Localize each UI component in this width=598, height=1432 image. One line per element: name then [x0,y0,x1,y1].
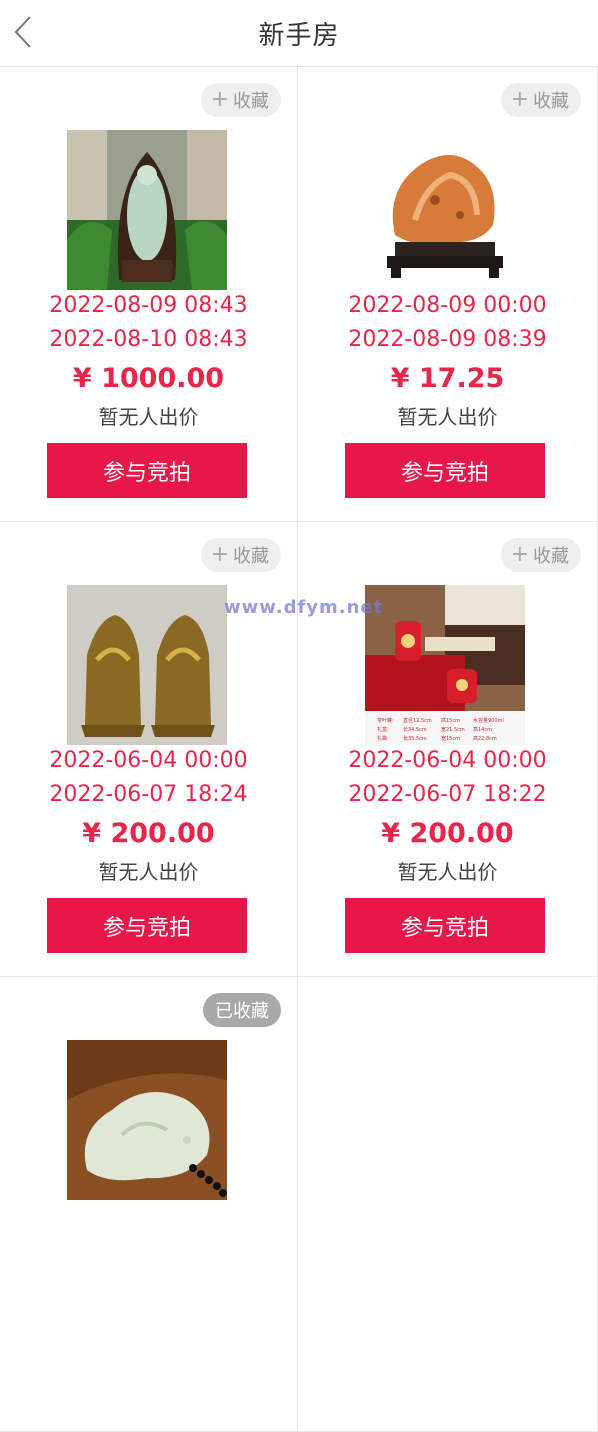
favorite-label: 收藏 [533,91,569,112]
svg-text:长34.5cm: 长34.5cm [403,726,427,733]
auction-price: ¥ 200.00 [381,818,514,849]
no-bid-text: 暂无人出价 [98,405,199,429]
svg-text:高14cm: 高14cm [473,726,492,733]
empty-cell [298,977,597,1432]
auction-price: ¥ 17.25 [390,363,505,394]
auction-card[interactable]: 已收藏 [0,977,298,1432]
plus-icon: + [210,87,229,112]
product-image-tea-set[interactable]: 茶叶罐: 直径12.5cm 高15cm 水容量900ml 礼盒: 长34.5cm… [365,585,525,745]
auction-card[interactable]: + 收藏 2022-08-09 08:43 2022-08-10 08:43 ¥… [0,67,298,522]
auction-price: ¥ 200.00 [82,818,215,849]
svg-text:礼盒:: 礼盒: [377,726,389,733]
plus-icon: + [210,542,229,567]
product-image-brass-qilin[interactable] [67,585,227,745]
auction-grid: + 收藏 2022-08-09 08:43 2022-08-10 08:43 ¥… [0,67,598,1432]
auction-price: ¥ 1000.00 [72,363,225,394]
join-auction-button[interactable]: 参与竞拍 [47,443,247,498]
svg-text:水容量900ml: 水容量900ml [473,717,504,724]
favorite-label: 收藏 [233,546,269,567]
no-bid-text: 暂无人出价 [397,405,498,429]
join-auction-button[interactable]: 参与竞拍 [47,898,247,953]
svg-text:直径12.5cm: 直径12.5cm [403,717,432,724]
auction-start-time: 2022-08-09 00:00 [348,293,547,318]
auction-card[interactable]: + 收藏 茶叶罐: 直径12.5cm 高15cm 水容量900ml 礼盒: 长3… [298,522,597,977]
svg-text:宽15cm: 宽15cm [441,735,460,742]
auction-end-time: 2022-08-09 08:39 [348,327,547,352]
auction-card[interactable]: + 收藏 2022-08-09 00:00 2022-08-09 08:39 ¥… [298,67,597,522]
svg-text:茶叶罐:: 茶叶罐: [377,717,394,724]
auction-start-time: 2022-08-09 08:43 [49,293,248,318]
no-bid-text: 暂无人出价 [98,860,199,884]
join-auction-button[interactable]: 参与竞拍 [345,443,545,498]
product-image-wood-carving[interactable] [365,130,525,290]
favorite-button[interactable]: + 收藏 [500,83,581,117]
auction-start-time: 2022-06-04 00:00 [348,748,547,773]
plus-icon: + [510,542,529,567]
auction-end-time: 2022-08-10 08:43 [49,327,248,352]
product-image-jade-statue[interactable] [67,130,227,290]
svg-text:礼袋:: 礼袋: [377,735,389,742]
auction-end-time: 2022-06-07 18:22 [348,782,547,807]
svg-text:高22.8cm: 高22.8cm [473,735,497,742]
back-chevron-icon[interactable] [10,14,40,50]
favorite-label: 收藏 [233,91,269,112]
auction-end-time: 2022-06-07 18:24 [49,782,248,807]
no-bid-text: 暂无人出价 [397,860,498,884]
product-image-jade-pendant[interactable] [67,1040,227,1200]
favorite-label: 收藏 [533,546,569,567]
header-bar: 新手房 [0,0,598,67]
page-title: 新手房 [258,20,340,51]
auction-card[interactable]: + 收藏 2022-06-04 00:00 2022-06-07 18:24 ¥… [0,522,298,977]
join-auction-button[interactable]: 参与竞拍 [345,898,545,953]
svg-text:长35.5cm: 长35.5cm [403,735,427,742]
svg-text:宽21.5cm: 宽21.5cm [441,726,465,733]
svg-text:高15cm: 高15cm [441,717,460,724]
favorite-button[interactable]: + 收藏 [200,538,281,572]
auction-start-time: 2022-06-04 00:00 [49,748,248,773]
favorite-button[interactable]: + 收藏 [500,538,581,572]
favorited-badge[interactable]: 已收藏 [203,993,281,1027]
plus-icon: + [510,87,529,112]
favorite-button[interactable]: + 收藏 [200,83,281,117]
